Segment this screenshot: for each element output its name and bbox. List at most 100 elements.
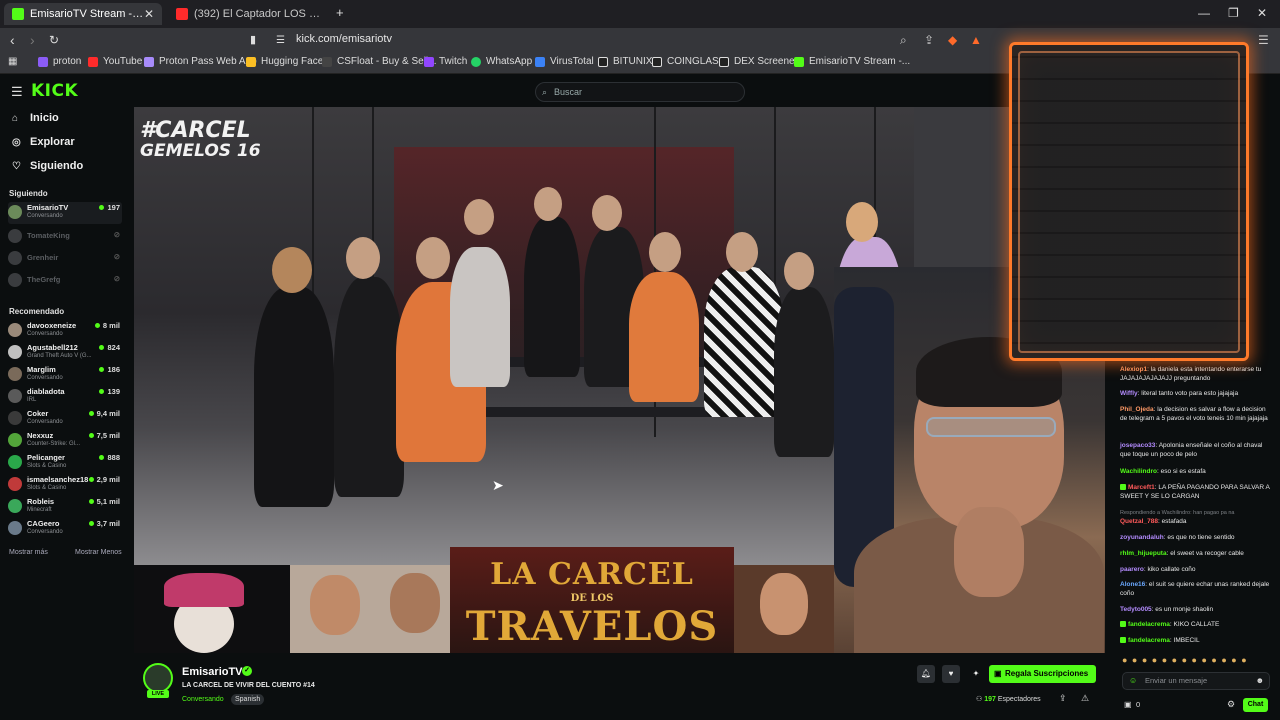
nav-explorar[interactable]: ◎ Explorar bbox=[12, 136, 75, 148]
viewer-count: 7,5 mil bbox=[88, 431, 120, 440]
apps-icon[interactable]: ▦ bbox=[8, 56, 17, 67]
browser-tab-youtube[interactable]: (392) El Captador LOS NIÑOS NO bbox=[168, 3, 326, 25]
hamburger-menu-icon[interactable]: ☰ bbox=[11, 84, 23, 100]
channel-name: Grenheir bbox=[27, 253, 59, 262]
gift-icon[interactable]: ▣ bbox=[1124, 700, 1132, 709]
zoom-icon[interactable]: ⌕ bbox=[900, 33, 907, 48]
chat-message: Wachilindro: eso si es estafa bbox=[1120, 468, 1206, 475]
chat-send-button[interactable]: Chat bbox=[1243, 698, 1268, 712]
viewer-count: 9,4 mil bbox=[88, 409, 120, 418]
close-tab-icon[interactable]: ✕ bbox=[144, 7, 154, 21]
bookmark-youtube[interactable]: YouTube bbox=[88, 56, 142, 67]
offline-icon: ⊘ bbox=[113, 274, 120, 283]
recommended-item[interactable]: davooxeneize Conversando 8 mil bbox=[8, 320, 122, 342]
brave-shield-icon[interactable]: ◆ bbox=[948, 33, 957, 47]
following-item-thegrefg[interactable]: TheGrefg ⊘ bbox=[8, 270, 122, 292]
site-info-icon[interactable]: ☰ bbox=[276, 33, 285, 49]
back-icon[interactable]: ‹ bbox=[10, 32, 15, 48]
new-tab-button[interactable]: + bbox=[336, 5, 344, 20]
search-input[interactable]: ⌕ Buscar bbox=[535, 82, 745, 102]
following-item-grenheir[interactable]: Grenheir ⊘ bbox=[8, 248, 122, 270]
following-item-emisariotv[interactable]: EmisarioTV Conversando 197 bbox=[8, 202, 122, 224]
maximize-icon[interactable]: ❐ bbox=[1228, 6, 1239, 20]
channel-name: Pelicanger bbox=[27, 453, 65, 462]
close-window-icon[interactable]: ✕ bbox=[1257, 6, 1267, 20]
rewards-icon[interactable]: ▲ bbox=[970, 33, 982, 47]
chat-message: Alone16: el suit se quiere echar unas ra… bbox=[1120, 581, 1270, 597]
proton-pass-icon bbox=[144, 56, 154, 67]
bookmark-whatsapp[interactable]: WhatsApp bbox=[471, 56, 532, 67]
emoji-icon[interactable]: ☻ bbox=[1256, 673, 1264, 689]
person-head bbox=[649, 232, 681, 272]
bookmark-proton[interactable]: proton bbox=[38, 56, 81, 67]
nav-inicio[interactable]: ⌂ Inicio bbox=[12, 112, 59, 124]
bookmark-bitunix[interactable]: BITUNIX bbox=[598, 56, 652, 67]
share-icon[interactable]: ⇪ bbox=[924, 33, 934, 47]
streamer-name[interactable]: EmisarioTV bbox=[182, 666, 243, 678]
emote-row[interactable]: ● ● ● ● ● ● ● ● ● ● ● ● ● bbox=[1122, 655, 1272, 667]
coinglass-icon bbox=[652, 56, 662, 67]
menu-icon[interactable]: ☰ bbox=[1258, 33, 1269, 47]
show-less-link[interactable]: Mostrar Menos bbox=[75, 549, 122, 556]
bookmark-dex-screener[interactable]: DEX Screener bbox=[719, 56, 798, 67]
url-field[interactable]: kick.com/emisariotv bbox=[296, 33, 392, 45]
forward-icon[interactable]: › bbox=[30, 32, 35, 48]
compass-icon: ◎ bbox=[12, 136, 21, 148]
gift-icon: ▣ bbox=[994, 669, 1002, 678]
hashtag-overlay: #CARCEL GEMELOS 16 bbox=[140, 120, 261, 162]
video-player[interactable]: #CARCEL GEMELOS 16 LA CARCEL DE LOS TRAV… bbox=[134, 107, 1105, 653]
avatar bbox=[8, 521, 22, 535]
recommended-item[interactable]: ismaelsanchez18 Slots & Casino 2,9 mil bbox=[8, 474, 122, 496]
bookmark-proton-pass[interactable]: Proton Pass Web App bbox=[144, 56, 257, 67]
verified-icon: ✓ bbox=[242, 666, 252, 676]
recommended-item[interactable]: Coker Conversando 9,4 mil bbox=[8, 408, 122, 430]
streamer-avatar[interactable] bbox=[143, 663, 173, 693]
viewer-count: 186 bbox=[99, 365, 120, 374]
recommended-item[interactable]: Pelicanger Slots & Casino 888 bbox=[8, 452, 122, 474]
viewers-label: Espectadores bbox=[997, 696, 1041, 703]
bookmark-hugging-face[interactable]: Hugging Face bbox=[246, 56, 323, 67]
chat-message: Phil_Ojeda: la decision es salvar a flow… bbox=[1120, 406, 1268, 422]
sidebar: ⌂ Inicio ◎ Explorar ♡ Siguiendo Siguiendo E… bbox=[0, 106, 128, 720]
channel-category: IRL bbox=[27, 397, 37, 403]
person-head bbox=[784, 252, 814, 290]
recommended-item[interactable]: CAGeero Conversando 3,7 mil bbox=[8, 518, 122, 540]
browser-tab-kick[interactable]: EmisarioTV Stream - Watch Li ✕ bbox=[4, 3, 162, 25]
channel-category: Conversando bbox=[27, 213, 63, 219]
channel-name: davooxeneize bbox=[27, 321, 77, 330]
more-icon[interactable]: ✦ bbox=[967, 665, 985, 683]
share-icon[interactable]: ⇪ bbox=[1059, 693, 1067, 704]
channel-category: Slots & Casino bbox=[27, 485, 67, 491]
avatar bbox=[8, 323, 22, 337]
following-item-tomateking[interactable]: TomateKing ⊘ bbox=[8, 226, 122, 248]
kick-logo[interactable]: KICK bbox=[31, 81, 78, 101]
report-icon[interactable]: ⚠ bbox=[1081, 693, 1089, 704]
person bbox=[450, 247, 510, 387]
chat-settings-icon[interactable]: ⚙ bbox=[1227, 699, 1235, 710]
notification-bell-icon[interactable]: 🔔︎ bbox=[917, 665, 935, 683]
nav-siguiendo[interactable]: ♡ Siguiendo bbox=[12, 160, 83, 172]
bookmark-coinglass[interactable]: COINGLASS bbox=[652, 56, 725, 67]
bookmark-twitch[interactable]: Twitch bbox=[424, 56, 467, 67]
reload-icon[interactable]: ↻ bbox=[49, 32, 59, 48]
hashtag-line-2: GEMELOS 16 bbox=[140, 141, 261, 161]
recommended-item[interactable]: Nexxuz Counter-Strike: Gl... 7,5 mil bbox=[8, 430, 122, 452]
follow-heart-icon[interactable]: ♥ bbox=[942, 665, 960, 683]
stream-category[interactable]: Conversando bbox=[182, 696, 224, 703]
bookmark-virustotal[interactable]: VirusTotal bbox=[535, 56, 594, 67]
stream-language-tag[interactable]: Spanish bbox=[231, 694, 265, 705]
gift-subscriptions-button[interactable]: ▣ Regala Suscripciones bbox=[989, 665, 1096, 683]
recommended-item[interactable]: Robleis Minecraft 5,1 mil bbox=[8, 496, 122, 518]
channel-name: Coker bbox=[27, 409, 49, 418]
recommended-item[interactable]: Agustabell212 Grand Theft Auto V (G... 8… bbox=[8, 342, 122, 364]
bookmark-emisariotv[interactable]: EmisarioTV Stream -... bbox=[794, 56, 910, 67]
bookmark-icon[interactable]: ▮ bbox=[250, 32, 256, 48]
person-head bbox=[726, 232, 758, 272]
bookmark-csfloat[interactable]: CSFloat - Buy & Sell... bbox=[322, 56, 436, 67]
chat-message-input[interactable]: ☺ Enviar un mensaje ☻ bbox=[1122, 672, 1270, 690]
minimize-icon[interactable]: — bbox=[1198, 6, 1210, 20]
show-more-link[interactable]: Mostrar más bbox=[9, 549, 48, 556]
recommended-item[interactable]: diabladota IRL 139 bbox=[8, 386, 122, 408]
recommended-item[interactable]: Marglim Conversando 186 bbox=[8, 364, 122, 386]
emote-picker-icon[interactable]: ☺ bbox=[1129, 673, 1137, 689]
